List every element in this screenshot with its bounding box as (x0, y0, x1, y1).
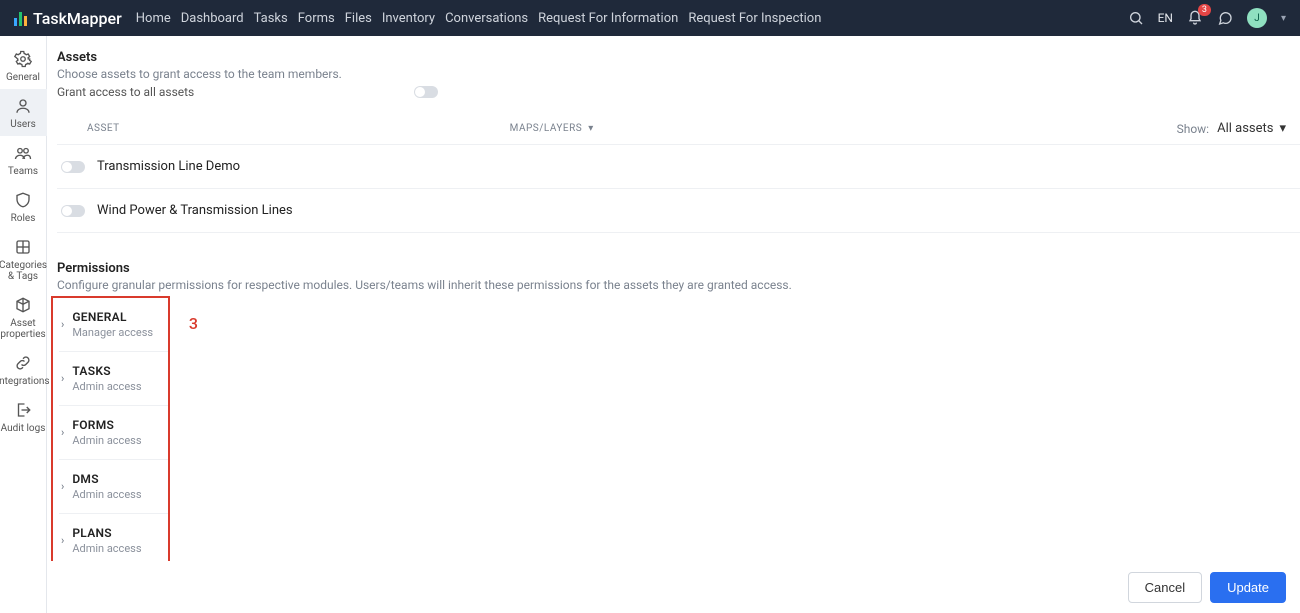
chevron-right-icon: › (61, 534, 64, 547)
perm-label: PLANS (72, 526, 141, 540)
chevron-down-icon: ▾ (1279, 121, 1286, 136)
chevron-right-icon: › (61, 318, 64, 331)
perm-label: TASKS (72, 364, 141, 378)
cancel-button[interactable]: Cancel (1128, 572, 1202, 603)
show-label: Show: (1177, 122, 1210, 136)
rail-integrations[interactable]: Integrations (0, 346, 47, 393)
app-name: TaskMapper (33, 9, 122, 28)
settings-rail: General Users Teams Roles Categories & T… (0, 36, 47, 613)
nav-rfi[interactable]: Request For Information (538, 2, 678, 35)
perm-row-general[interactable]: › GENERAL Manager access 3 (59, 298, 168, 352)
rail-label: General (6, 72, 40, 83)
show-filter[interactable]: All assets ▾ (1217, 121, 1286, 136)
nav-dashboard[interactable]: Dashboard (181, 2, 244, 35)
rail-label: Teams (8, 166, 38, 177)
grant-all-label: Grant access to all assets (57, 85, 194, 99)
perm-row-tasks[interactable]: › TASKS Admin access (59, 352, 168, 406)
rail-asset-properties[interactable]: Asset properties (0, 288, 47, 346)
rail-label: Audit logs (1, 423, 46, 434)
nav-tasks[interactable]: Tasks (254, 2, 288, 35)
rail-categories[interactable]: Categories & Tags (0, 230, 47, 288)
rail-users[interactable]: Users (0, 89, 47, 136)
team-icon (14, 144, 32, 162)
main-content: Assets Choose assets to grant access to … (47, 36, 1300, 613)
nav-inventory[interactable]: Inventory (382, 2, 435, 35)
col-maps-label: MAPS/LAYERS (510, 123, 583, 134)
nav-rfinspection[interactable]: Request For Inspection (688, 2, 821, 35)
rail-teams[interactable]: Teams (0, 136, 47, 183)
nav-home[interactable]: Home (136, 2, 171, 35)
chevron-down-icon[interactable]: ▾ (1281, 13, 1286, 24)
cube-icon (14, 296, 32, 314)
rail-label: Users (10, 119, 36, 130)
col-maps[interactable]: MAPS/LAYERS ▾ (510, 123, 594, 134)
perm-label: FORMS (72, 418, 141, 432)
perm-sub: Admin access (72, 434, 141, 447)
perm-sub: Admin access (72, 542, 141, 555)
rail-label: Integrations (0, 376, 50, 387)
nav-forms[interactable]: Forms (298, 2, 335, 35)
rail-label: Roles (11, 213, 36, 224)
col-asset: ASSET (87, 123, 120, 134)
search-icon[interactable] (1128, 10, 1144, 26)
user-icon (14, 97, 32, 115)
perm-row-plans[interactable]: › PLANS Admin access (59, 514, 168, 568)
assets-desc: Choose assets to grant access to the tea… (57, 67, 1300, 81)
permissions-desc: Configure granular permissions for respe… (57, 278, 1300, 292)
rail-audit-logs[interactable]: Audit logs (0, 393, 47, 440)
perm-sub: Manager access (72, 326, 153, 339)
shield-icon (14, 191, 32, 209)
update-button[interactable]: Update (1210, 572, 1286, 603)
assets-title: Assets (57, 50, 1300, 65)
grant-all-toggle[interactable] (414, 86, 438, 98)
footer-actions: Cancel Update (47, 561, 1300, 613)
nav-conversations[interactable]: Conversations (445, 2, 528, 35)
rail-label: Categories & Tags (0, 260, 47, 282)
rail-roles[interactable]: Roles (0, 183, 47, 230)
perm-label: GENERAL (72, 310, 153, 324)
asset-toggle[interactable] (61, 161, 85, 173)
chevron-right-icon: › (61, 426, 64, 439)
avatar[interactable]: J (1247, 8, 1267, 28)
nav-files[interactable]: Files (345, 2, 372, 35)
perm-row-forms[interactable]: › FORMS Admin access (59, 406, 168, 460)
bell-icon[interactable]: 3 (1187, 10, 1203, 26)
notification-badge: 3 (1198, 4, 1211, 16)
grid-icon (14, 238, 32, 256)
app-logo[interactable]: TaskMapper (14, 9, 122, 28)
chevron-down-icon: ▾ (588, 123, 594, 134)
logo-mark-icon (14, 10, 27, 26)
perm-sub: Admin access (72, 488, 141, 501)
logout-icon (14, 401, 32, 419)
rail-label: Asset properties (0, 318, 47, 340)
asset-name: Transmission Line Demo (97, 159, 240, 174)
perm-sub: Admin access (72, 380, 141, 393)
chevron-right-icon: › (61, 480, 64, 493)
asset-name: Wind Power & Transmission Lines (97, 203, 293, 218)
asset-row: Transmission Line Demo (57, 145, 1300, 189)
asset-row: Wind Power & Transmission Lines (57, 189, 1300, 233)
gear-icon (14, 50, 32, 68)
asset-toggle[interactable] (61, 205, 85, 217)
rail-general[interactable]: General (0, 42, 47, 89)
permissions-title: Permissions (57, 261, 1300, 276)
link-icon (14, 354, 32, 372)
topbar: TaskMapper Home Dashboard Tasks Forms Fi… (0, 0, 1300, 36)
annotation-number: 3 (189, 314, 198, 333)
chat-icon[interactable] (1217, 10, 1233, 26)
perm-row-dms[interactable]: › DMS Admin access (59, 460, 168, 514)
top-nav: Home Dashboard Tasks Forms Files Invento… (136, 2, 822, 35)
chevron-right-icon: › (61, 372, 64, 385)
assets-table-header: ASSET MAPS/LAYERS ▾ Show: All assets ▾ (57, 113, 1300, 145)
show-value: All assets (1217, 121, 1273, 136)
lang-switch[interactable]: EN (1158, 11, 1173, 25)
perm-label: DMS (72, 472, 141, 486)
